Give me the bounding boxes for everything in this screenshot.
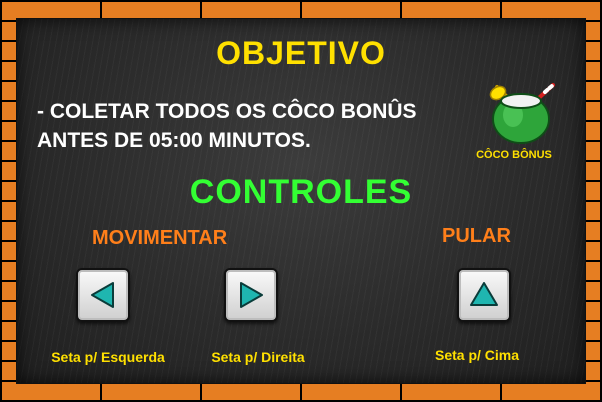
right-key-caption: Seta p/ Direita <box>211 349 305 365</box>
objective-title: OBJETIVO <box>216 35 386 71</box>
jump-label: PULAR <box>442 225 511 247</box>
objective-line-2: ANTES DE 05:00 MINUTOS. <box>37 129 311 152</box>
left-arrow-key[interactable] <box>76 268 130 322</box>
arrow-right-icon <box>240 282 263 308</box>
controls-title: CONTROLES <box>189 173 413 211</box>
brick-frame: OBJETIVO - COLETAR TODOS OS CÔCO BONÛS A… <box>0 0 602 402</box>
up-arrow-key[interactable] <box>457 268 511 322</box>
chalkboard-panel: OBJETIVO - COLETAR TODOS OS CÔCO BONÛS A… <box>16 18 586 384</box>
objective-line-1: - COLETAR TODOS OS CÔCO BONÛS <box>37 100 417 123</box>
left-key-caption: Seta p/ Esquerda <box>51 349 165 365</box>
objective-text: - COLETAR TODOS OS CÔCO BONÛS ANTES DE 0… <box>37 97 467 155</box>
bonus-label: CÔCO BÔNUS <box>476 149 552 161</box>
move-label: MOVIMENTAR <box>92 227 228 249</box>
coconut-drink-icon <box>489 83 555 144</box>
arrow-left-icon <box>91 282 114 308</box>
right-arrow-key[interactable] <box>224 268 278 322</box>
up-key-caption: Seta p/ Cima <box>434 347 520 363</box>
arrow-up-icon <box>470 282 498 306</box>
